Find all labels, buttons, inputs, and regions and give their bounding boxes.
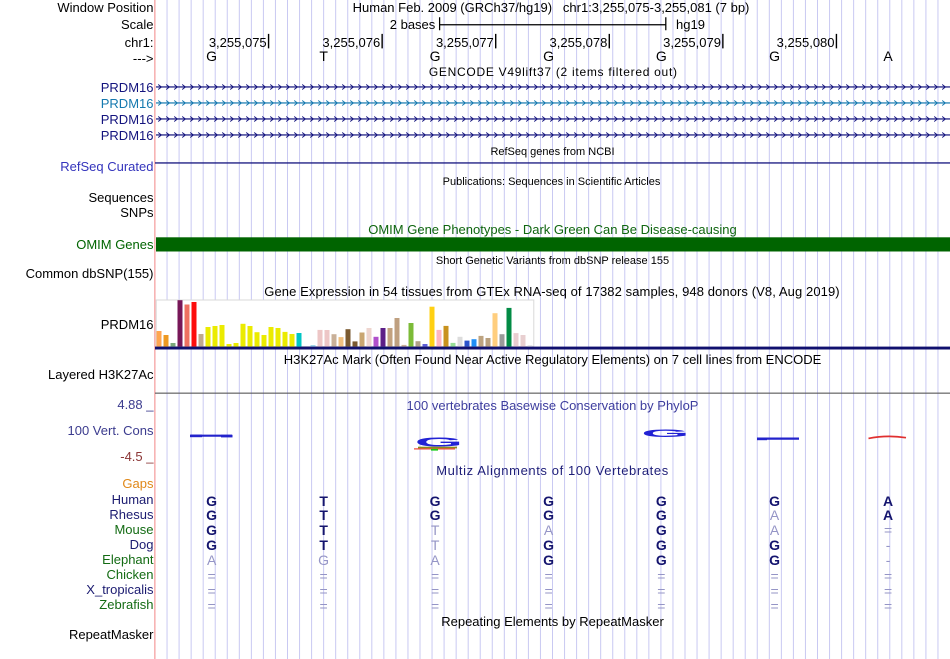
- svg-text:G: G: [641, 427, 689, 439]
